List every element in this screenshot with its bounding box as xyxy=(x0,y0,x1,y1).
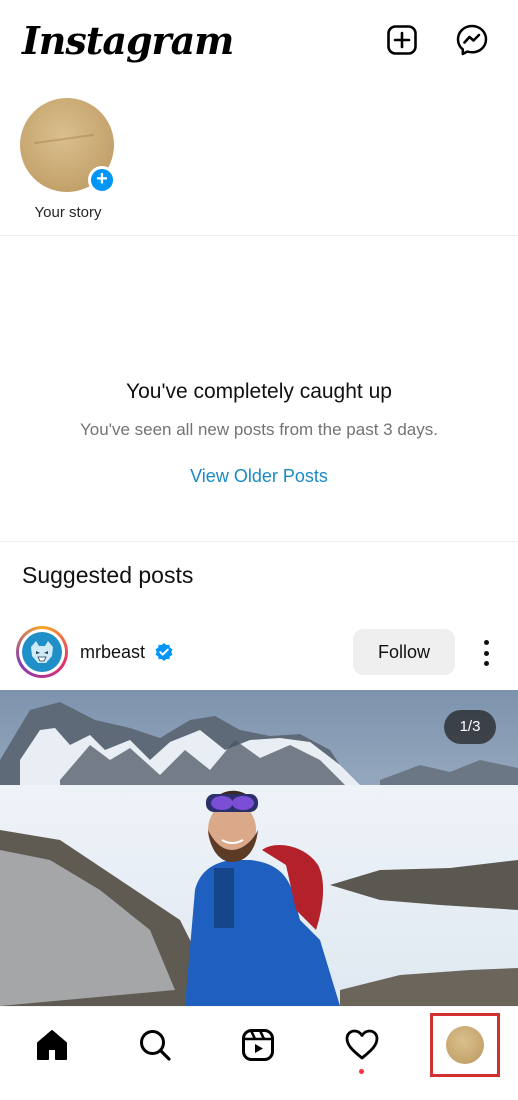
tab-activity[interactable] xyxy=(342,1025,382,1065)
view-older-posts-link[interactable]: View Older Posts xyxy=(0,466,518,487)
post-image[interactable]: 1/3 xyxy=(0,690,518,1006)
tab-home[interactable] xyxy=(32,1025,72,1065)
caught-up-title: You've completely caught up xyxy=(126,380,392,403)
new-post-button[interactable] xyxy=(384,22,420,58)
more-options-icon[interactable] xyxy=(474,638,498,668)
verified-badge-icon xyxy=(155,643,173,661)
caught-up-section: You've completely caught up You've seen … xyxy=(0,236,518,542)
story-avatar: + xyxy=(20,98,116,194)
heart-icon xyxy=(345,1029,379,1060)
search-icon xyxy=(140,1030,171,1061)
tab-search[interactable] xyxy=(135,1025,175,1065)
plus-square-icon xyxy=(387,25,417,55)
post-username[interactable]: mrbeast xyxy=(80,642,145,663)
tab-profile[interactable] xyxy=(430,1013,500,1077)
bottom-tab-bar xyxy=(0,1006,518,1100)
stories-tray: + Your story xyxy=(0,84,518,236)
tab-reels[interactable] xyxy=(238,1025,278,1065)
messenger-button[interactable] xyxy=(454,22,490,58)
post-author-avatar[interactable] xyxy=(16,626,68,678)
instagram-logo[interactable]: Instagram xyxy=(22,18,234,63)
suggested-posts-heading: Suggested posts xyxy=(22,562,194,588)
image-counter: 1/3 xyxy=(444,710,496,744)
story-label: Your story xyxy=(34,204,102,221)
notification-dot xyxy=(359,1069,364,1074)
beast-logo-icon xyxy=(31,641,53,663)
mountain-photo xyxy=(0,690,518,1006)
caught-up-subtitle: You've seen all new posts from the past … xyxy=(80,420,438,439)
messenger-icon xyxy=(456,24,488,56)
home-icon xyxy=(37,1030,67,1060)
reels-icon xyxy=(242,1029,274,1061)
follow-button[interactable]: Follow xyxy=(353,629,455,675)
your-story[interactable]: + Your story xyxy=(20,98,116,221)
top-header: Instagram xyxy=(0,0,518,84)
add-story-badge[interactable]: + xyxy=(88,166,116,194)
post-header: mrbeast Follow xyxy=(0,614,518,690)
profile-avatar xyxy=(446,1026,484,1064)
